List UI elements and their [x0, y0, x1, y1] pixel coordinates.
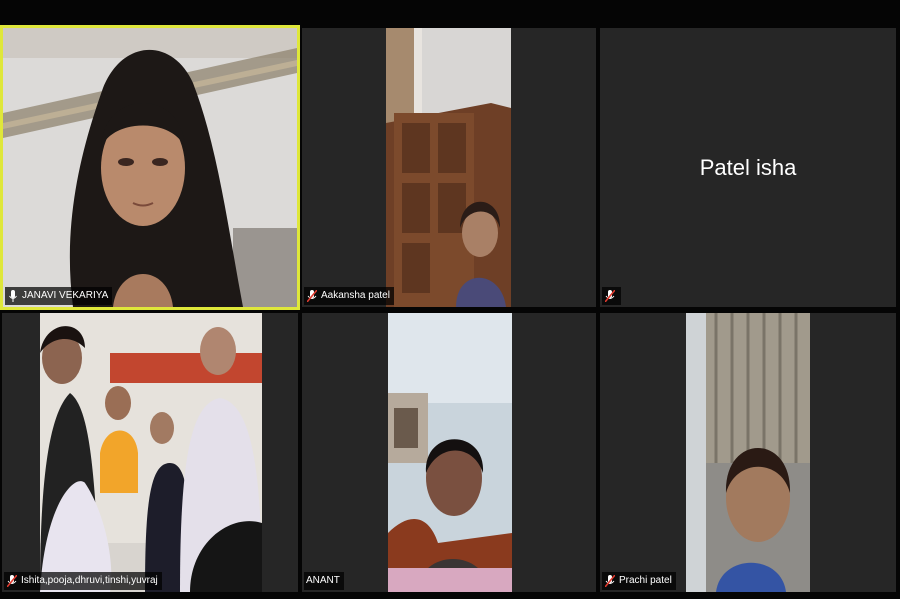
participant-nameplate: JANAVI VEKARIYA: [5, 287, 113, 305]
participant-tile-ishita-group[interactable]: Ishita,pooja,dhruvi,tinshi,yuvraj: [2, 313, 298, 592]
muted-mic-icon: [604, 289, 616, 303]
mic-icon: [7, 289, 19, 303]
participant-video: [3, 28, 297, 307]
participant-name: ANANT: [306, 575, 340, 586]
participant-nameplate: Aakansha patel: [304, 287, 394, 305]
participant-nameplate: [602, 287, 621, 305]
participant-video: [388, 313, 512, 592]
participant-name: Aakansha patel: [321, 290, 390, 301]
gallery-grid: JANAVI VEKARIYA Aakansha patel Patel ish…: [0, 0, 900, 599]
participant-tile-patel-isha[interactable]: Patel isha: [600, 28, 896, 307]
participant-nameplate: Prachi patel: [602, 572, 676, 590]
muted-mic-icon: [604, 574, 616, 588]
participant-nameplate: ANANT: [304, 572, 344, 590]
participant-name-display: Patel isha: [699, 154, 797, 180]
participant-video: [386, 28, 511, 307]
participant-tile-janavi[interactable]: JANAVI VEKARIYA: [0, 25, 300, 310]
participant-video: [686, 313, 810, 592]
participant-name: Ishita,pooja,dhruvi,tinshi,yuvraj: [21, 575, 158, 586]
participant-nameplate: Ishita,pooja,dhruvi,tinshi,yuvraj: [4, 572, 162, 590]
participant-tile-anant[interactable]: ANANT: [302, 313, 596, 592]
participant-tile-prachi[interactable]: Prachi patel: [600, 313, 896, 592]
muted-mic-icon: [6, 574, 18, 588]
muted-mic-icon: [306, 289, 318, 303]
participant-name: JANAVI VEKARIYA: [22, 290, 109, 301]
participant-name: Prachi patel: [619, 575, 672, 586]
participant-video: [40, 313, 262, 592]
participant-tile-aakansha[interactable]: Aakansha patel: [302, 28, 596, 307]
